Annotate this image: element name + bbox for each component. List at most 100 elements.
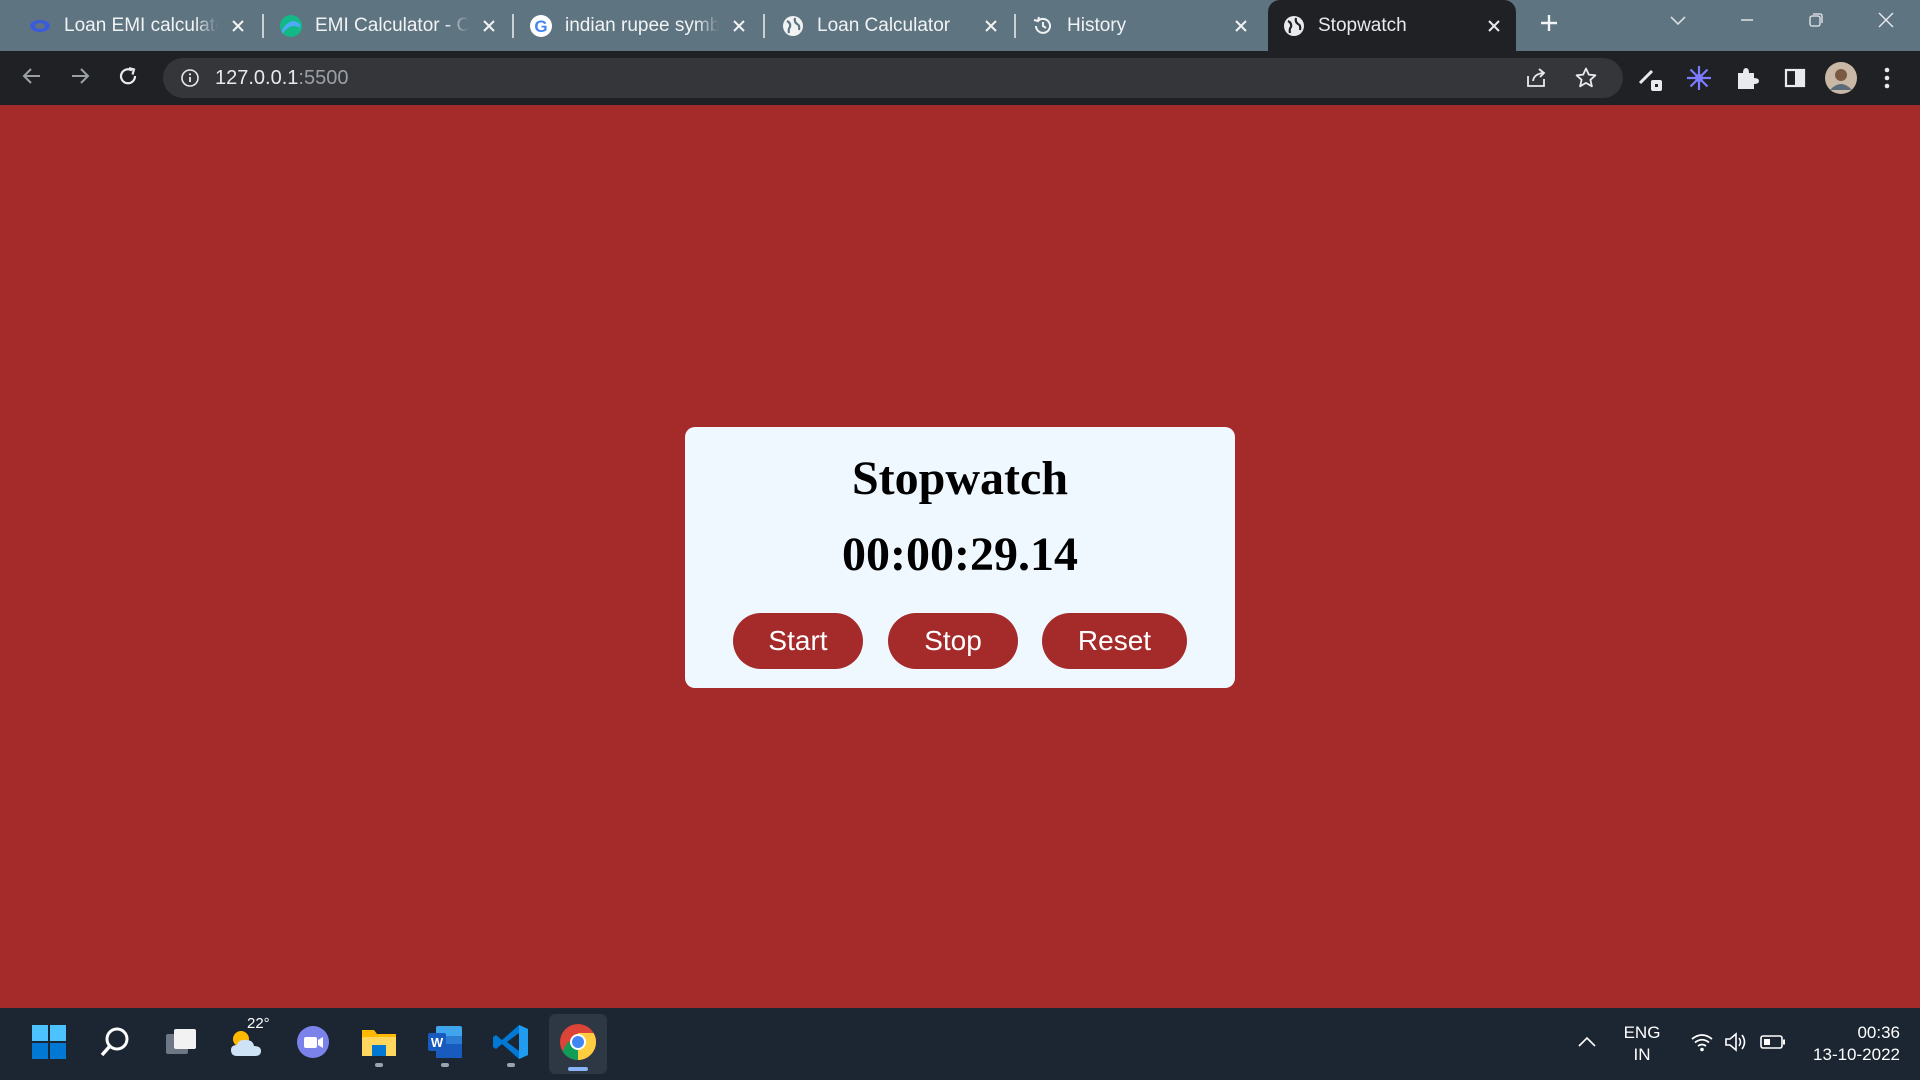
tab-title: History — [1067, 14, 1127, 36]
task-view-button[interactable] — [155, 1018, 207, 1070]
emi-blue-icon — [28, 14, 52, 38]
clock-date: 13-10-2022 — [1813, 1045, 1900, 1064]
back-button[interactable] — [14, 60, 50, 96]
stopwatch-card: Stopwatch 00:00:29.14 Start Stop Reset — [685, 427, 1235, 688]
tab-loan-calculator[interactable]: Loan Calculator — [781, 0, 1003, 51]
show-hidden-icons-button[interactable] — [1563, 1018, 1611, 1070]
language-label: ENG — [1623, 1023, 1661, 1042]
stopwatch-controls: Start Stop Reset — [685, 613, 1235, 669]
minimize-button[interactable] — [1717, 0, 1777, 44]
running-indicator — [507, 1063, 515, 1067]
tab-history[interactable]: History — [1031, 0, 1253, 51]
extension-pen-icon[interactable] — [1636, 63, 1666, 93]
close-tab-icon[interactable] — [979, 14, 1003, 38]
bookmark-star-icon[interactable] — [1571, 63, 1601, 93]
windows-taskbar: 22° W ENG IN 00:36 13-10-2022 — [0, 1008, 1920, 1080]
svg-text:W: W — [431, 1035, 444, 1050]
tab-search-button[interactable] — [1648, 0, 1708, 44]
history-icon — [1031, 14, 1055, 38]
close-tab-icon[interactable] — [477, 14, 501, 38]
tab-loan-emi-calculator[interactable]: Loan EMI calculator — [28, 0, 250, 51]
emi-calculator-icon — [279, 14, 303, 38]
browser-toolbar: 127.0.0.1:5500 — [0, 51, 1920, 105]
share-icon[interactable] — [1521, 63, 1551, 93]
menu-kebab-icon[interactable] — [1872, 63, 1902, 93]
stopwatch-time-display: 00:00:29.14 — [842, 528, 1078, 581]
extensions-puzzle-icon[interactable] — [1732, 63, 1762, 93]
start-button[interactable]: Start — [733, 613, 863, 669]
weather-widget[interactable]: 22° — [221, 1015, 273, 1070]
tab-strip: Loan EMI calculator EMI Calculator - Cal… — [0, 0, 1920, 51]
chevron-up-icon — [1577, 1035, 1597, 1053]
close-tab-icon[interactable] — [727, 14, 751, 38]
url-host: 127.0.0.1 — [215, 66, 299, 89]
tab-separator — [262, 14, 264, 38]
minimize-icon — [1739, 12, 1755, 33]
tab-separator — [512, 14, 514, 38]
back-arrow-icon — [21, 65, 43, 92]
address-bar[interactable]: 127.0.0.1:5500 — [163, 58, 1623, 98]
reload-button[interactable] — [110, 60, 146, 96]
taskbar-search-button[interactable] — [89, 1018, 141, 1070]
vscode-button[interactable] — [485, 1018, 537, 1070]
word-button[interactable]: W — [419, 1018, 471, 1070]
clock[interactable]: 00:36 13-10-2022 — [1790, 1022, 1900, 1066]
start-menu-button[interactable] — [23, 1018, 75, 1070]
tab-title: Loan EMI calculator — [64, 14, 218, 36]
teams-chat-button[interactable] — [287, 1018, 339, 1070]
windows-logo-icon — [31, 1024, 67, 1065]
vscode-icon — [492, 1023, 530, 1066]
volume-icon — [1724, 1031, 1750, 1058]
clock-time: 00:36 — [1857, 1023, 1900, 1042]
close-window-button[interactable] — [1856, 0, 1916, 44]
reload-icon — [117, 65, 139, 92]
tab-title: Stopwatch — [1318, 14, 1407, 36]
close-tab-icon[interactable] — [1229, 14, 1253, 38]
region-label: IN — [1633, 1045, 1651, 1064]
close-tab-icon[interactable] — [226, 14, 250, 38]
reset-button[interactable]: Reset — [1042, 613, 1187, 669]
new-tab-button[interactable] — [1532, 0, 1566, 51]
close-icon — [1877, 11, 1895, 34]
url-text: 127.0.0.1:5500 — [215, 67, 348, 90]
side-panel-icon[interactable] — [1780, 63, 1810, 93]
weather-temperature: 22° — [247, 1015, 270, 1032]
forward-button[interactable] — [62, 60, 98, 96]
input-language-indicator[interactable]: ENG IN — [1612, 1022, 1672, 1066]
restore-button[interactable] — [1786, 0, 1846, 44]
running-indicator — [375, 1063, 383, 1067]
task-view-icon — [164, 1026, 198, 1063]
forward-arrow-icon — [69, 65, 91, 92]
chevron-down-icon — [1669, 13, 1687, 31]
word-icon: W — [426, 1024, 464, 1065]
stopwatch-heading: Stopwatch — [851, 452, 1069, 505]
wifi-icon — [1690, 1032, 1714, 1057]
extension-snowflake-icon[interactable] — [1684, 63, 1714, 93]
globe-icon — [1282, 14, 1306, 38]
plus-icon — [1539, 13, 1559, 39]
chat-camera-icon — [295, 1024, 331, 1065]
chrome-button[interactable] — [549, 1014, 607, 1074]
page-viewport: Stopwatch 00:00:29.14 Start Stop Reset — [0, 105, 1920, 1008]
quick-settings-button[interactable] — [1682, 1018, 1794, 1070]
profile-avatar[interactable] — [1824, 61, 1858, 95]
google-icon: G — [529, 14, 553, 38]
tab-emi-calculator[interactable]: EMI Calculator - Calculate EMI — [279, 0, 501, 51]
tab-separator — [1014, 14, 1016, 38]
close-tab-icon[interactable] — [1482, 14, 1506, 38]
restore-icon — [1808, 12, 1824, 33]
tab-indian-rupee-symbol[interactable]: G indian rupee symbol — [529, 0, 751, 51]
chrome-icon — [559, 1023, 597, 1066]
search-icon — [98, 1025, 132, 1064]
running-indicator — [441, 1063, 449, 1067]
globe-icon — [781, 14, 805, 38]
tab-stopwatch[interactable]: Stopwatch — [1268, 0, 1516, 51]
tab-title: indian rupee symbol — [565, 14, 719, 36]
file-explorer-button[interactable] — [353, 1018, 405, 1070]
tab-title: Loan Calculator — [817, 14, 951, 36]
site-info-icon[interactable] — [179, 67, 201, 89]
battery-icon — [1760, 1034, 1786, 1055]
running-indicator — [568, 1067, 588, 1071]
folder-icon — [360, 1025, 398, 1064]
stop-button[interactable]: Stop — [888, 613, 1018, 669]
